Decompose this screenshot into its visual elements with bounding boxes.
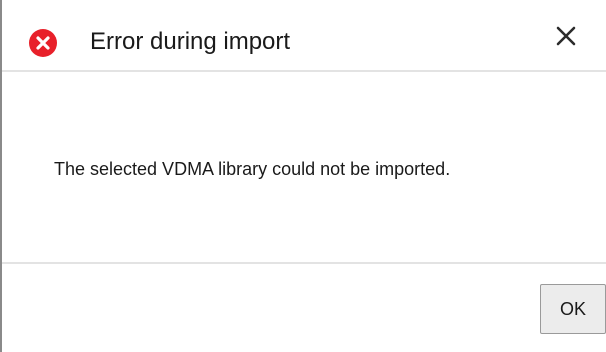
dialog-message: The selected VDMA library could not be i… [54, 159, 451, 179]
ok-button[interactable]: OK [540, 284, 606, 334]
close-icon[interactable] [550, 20, 582, 52]
footer-divider [2, 262, 606, 264]
error-icon [29, 29, 57, 57]
error-dialog: Error during import The selected VDMA li… [0, 0, 606, 352]
dialog-title: Error during import [90, 28, 291, 55]
dialog-titlebar: Error during import [2, 0, 606, 72]
